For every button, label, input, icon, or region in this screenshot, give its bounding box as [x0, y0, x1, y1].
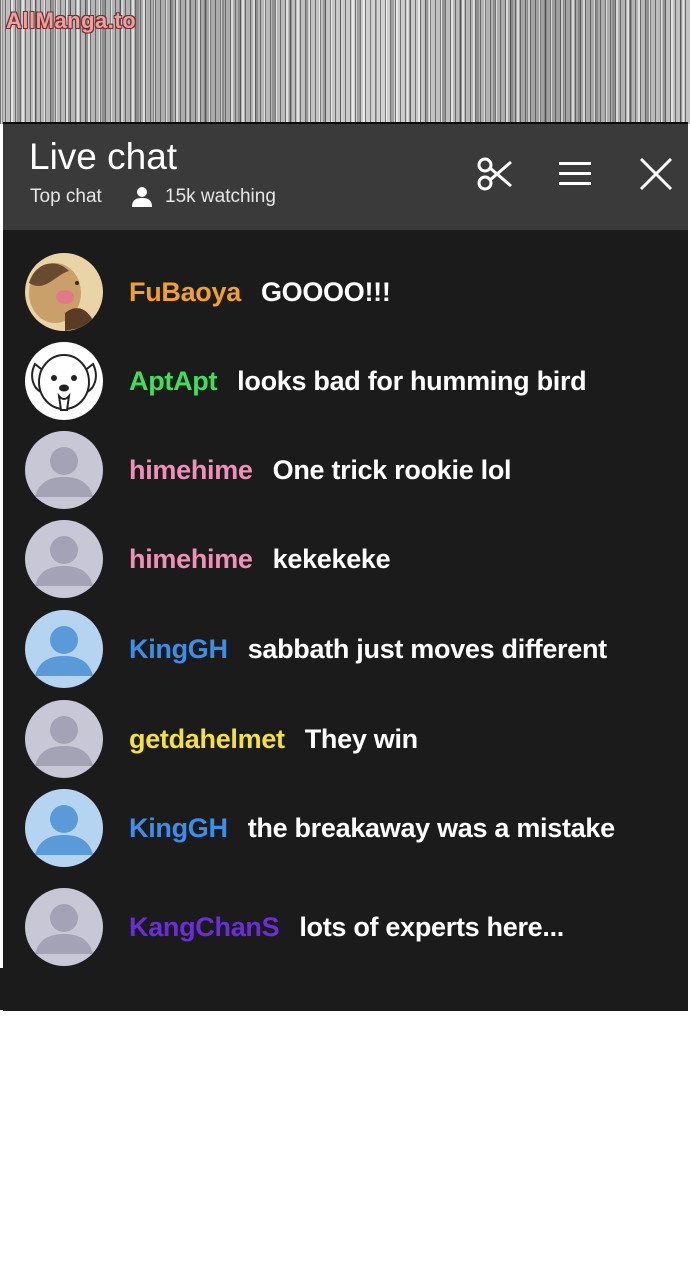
live-chat-panel: Live chat Top chat 15k watching FuBaoya …: [3, 122, 688, 1011]
chat-header: Live chat Top chat 15k watching: [3, 124, 688, 230]
chat-panel-bottom: [0, 968, 454, 1010]
viewer-count: 15k watching: [131, 186, 276, 208]
chat-message[interactable]: getdahelmet They win: [25, 699, 418, 779]
default-avatar[interactable]: [25, 520, 103, 598]
chat-message-text: lots of experts here...: [299, 911, 564, 942]
default-avatar[interactable]: [25, 431, 103, 509]
chat-message[interactable]: FuBaoya GOOOO!!!: [25, 252, 391, 332]
chat-username[interactable]: himehime: [129, 455, 253, 486]
chat-message-text: sabbath just moves different: [247, 633, 607, 664]
chat-username[interactable]: KangChanS: [129, 912, 280, 943]
chat-title: Live chat: [29, 136, 178, 177]
person-icon: [132, 187, 152, 207]
chat-message-text: looks bad for humming bird: [237, 365, 587, 396]
chat-message[interactable]: KingGH the breakaway was a mistake: [25, 788, 615, 868]
viewer-count-text: 15k watching: [165, 186, 276, 207]
scissors-icon: [477, 157, 512, 191]
menu-button[interactable]: [553, 152, 597, 196]
blue-avatar[interactable]: [25, 610, 103, 688]
blue-avatar[interactable]: [25, 789, 103, 867]
chat-message[interactable]: KangChanS lots of experts here...: [25, 887, 564, 967]
menu-icon: [559, 162, 591, 185]
clip-button[interactable]: [473, 152, 517, 196]
top-chat-dropdown[interactable]: Top chat: [30, 186, 102, 208]
default-avatar[interactable]: [25, 700, 103, 778]
chat-username[interactable]: AptApt: [129, 366, 217, 397]
chat-message-text: GOOOO!!!: [260, 276, 391, 307]
chat-username[interactable]: himehime: [129, 544, 253, 575]
chat-username[interactable]: KingGH: [129, 634, 228, 665]
chat-message-text: One trick rookie lol: [272, 454, 512, 485]
chat-message[interactable]: himehime kekekeke: [25, 519, 391, 599]
manga-panel-background: AllManga.to: [0, 0, 690, 124]
default-avatar[interactable]: [25, 888, 103, 966]
close-button[interactable]: [634, 152, 678, 196]
chat-message-text: the breakaway was a mistake: [247, 812, 615, 843]
chat-message[interactable]: KingGH sabbath just moves different: [25, 609, 607, 689]
chat-username[interactable]: FuBaoya: [129, 277, 241, 308]
chat-message-text: They win: [304, 723, 418, 754]
site-watermark: AllManga.to: [6, 8, 137, 33]
chat-username[interactable]: getdahelmet: [129, 724, 285, 755]
chat-message[interactable]: AptApt looks bad for humming bird: [25, 341, 587, 421]
chat-message-text: kekekeke: [272, 543, 391, 574]
close-icon: [639, 157, 673, 191]
animal-avatar[interactable]: [25, 253, 103, 331]
dog-avatar[interactable]: [25, 342, 103, 420]
chat-username[interactable]: KingGH: [129, 813, 228, 844]
chat-message[interactable]: himehime One trick rookie lol: [25, 430, 512, 510]
